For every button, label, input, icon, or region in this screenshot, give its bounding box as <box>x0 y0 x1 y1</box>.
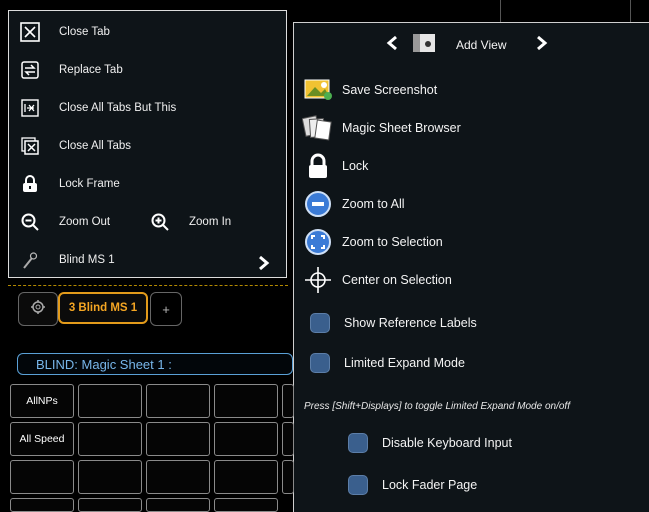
magic-sheet-browser-label: Magic Sheet Browser <box>342 121 461 135</box>
show-reference-labels-item[interactable]: Show Reference Labels <box>310 313 477 333</box>
close-all-tabs-icon <box>19 135 41 157</box>
divider-line <box>630 0 631 22</box>
show-reference-labels-toggle[interactable] <box>310 313 330 333</box>
grid-cell[interactable]: All Speed <box>10 422 74 456</box>
lock-fader-page-toggle[interactable] <box>348 475 368 495</box>
tab-context-menu: Close Tab Replace Tab Close All Tabs But… <box>8 10 287 278</box>
grid-cell[interactable] <box>78 460 142 494</box>
limited-expand-mode-item[interactable]: Limited Expand Mode <box>310 353 465 373</box>
view-thumbnail-icon <box>412 33 436 56</box>
zoom-in-item[interactable]: Zoom In <box>149 209 231 235</box>
grid-cell[interactable] <box>146 498 210 512</box>
disable-keyboard-input-toggle[interactable] <box>348 433 368 453</box>
grid-cell[interactable] <box>214 422 278 456</box>
divider-line <box>500 0 501 22</box>
lock-frame-item[interactable]: Lock Frame <box>19 171 120 197</box>
center-on-selection-label: Center on Selection <box>342 273 452 287</box>
center-on-selection-item[interactable]: Center on Selection <box>302 265 452 295</box>
grid-cell[interactable] <box>214 384 278 418</box>
lock-item[interactable]: Lock <box>302 151 368 181</box>
grid-cell[interactable] <box>146 422 210 456</box>
close-all-but-this-item[interactable]: Close All Tabs But This <box>19 95 176 121</box>
magic-sheet-icon <box>302 113 334 143</box>
view-menu: Add View Save Screenshot Magic Sheet Bro… <box>293 22 649 512</box>
grid-cell[interactable] <box>282 460 294 494</box>
lock-icon <box>19 173 41 195</box>
grid-cell[interactable] <box>146 460 210 494</box>
grid-cell[interactable] <box>282 384 294 418</box>
show-reference-labels-label: Show Reference Labels <box>344 316 477 330</box>
grid-cell[interactable] <box>78 422 142 456</box>
close-tab-item[interactable]: Close Tab <box>19 19 110 45</box>
tab-bar: 3 Blind MS 1 + <box>8 285 288 326</box>
add-tab-button[interactable]: + <box>150 292 182 326</box>
blind-ms-item[interactable]: Blind MS 1 <box>19 247 115 273</box>
chevron-left-icon[interactable] <box>386 35 398 54</box>
lock-icon <box>302 151 334 181</box>
zoom-to-selection-icon <box>302 227 334 257</box>
limited-expand-hint: Press [Shift+Displays] to toggle Limited… <box>304 401 570 412</box>
save-screenshot-item[interactable]: Save Screenshot <box>302 75 437 105</box>
chevron-right-icon[interactable] <box>258 255 270 276</box>
close-tab-icon <box>19 21 41 43</box>
magic-sheet-browser-item[interactable]: Magic Sheet Browser <box>302 113 461 143</box>
add-view-row: Add View <box>386 33 548 56</box>
zoom-out-label: Zoom Out <box>59 216 111 228</box>
grid-cell[interactable]: AllNPs <box>10 384 74 418</box>
chevron-right-icon[interactable] <box>536 35 548 54</box>
grid-cell[interactable] <box>78 384 142 418</box>
lock-fader-page-item[interactable]: Lock Fader Page <box>348 475 477 495</box>
crosshair-icon <box>302 265 334 295</box>
grid-cell[interactable] <box>78 498 142 512</box>
zoom-to-all-item[interactable]: Zoom to All <box>302 189 405 219</box>
zoom-to-selection-label: Zoom to Selection <box>342 235 443 249</box>
close-all-but-this-label: Close All Tabs But This <box>59 102 177 114</box>
close-others-icon <box>19 97 41 119</box>
tab-blind-ms[interactable]: 3 Blind MS 1 <box>58 292 148 324</box>
grid-cell[interactable] <box>10 460 74 494</box>
grid-cell[interactable] <box>214 498 278 512</box>
limited-expand-mode-label: Limited Expand Mode <box>344 356 465 370</box>
blind-ms-label: Blind MS 1 <box>59 254 115 266</box>
zoom-out-item[interactable]: Zoom Out <box>19 209 110 235</box>
lock-label: Lock <box>342 159 369 173</box>
button-grid: AllNPs All Speed <box>8 384 294 512</box>
lock-frame-label: Lock Frame <box>59 178 120 190</box>
settings-tab[interactable] <box>18 292 58 326</box>
add-view-label[interactable]: Add View <box>456 38 506 52</box>
grid-cell[interactable] <box>282 422 294 456</box>
gear-icon <box>30 299 46 320</box>
zoom-in-icon <box>149 211 171 233</box>
timeline-dots <box>288 10 649 12</box>
close-all-tabs-label: Close All Tabs <box>59 140 132 152</box>
screenshot-icon <box>302 75 334 105</box>
disable-keyboard-input-item[interactable]: Disable Keyboard Input <box>348 433 512 453</box>
grid-cell[interactable] <box>214 460 278 494</box>
close-tab-label: Close Tab <box>59 26 110 38</box>
close-all-tabs-item[interactable]: Close All Tabs <box>19 133 131 159</box>
zoom-to-all-icon <box>302 189 334 219</box>
disable-keyboard-input-label: Disable Keyboard Input <box>382 436 512 450</box>
blind-status-bar: BLIND: Magic Sheet 1 : <box>17 353 293 375</box>
replace-tab-label: Replace Tab <box>59 64 123 76</box>
replace-tab-icon <box>19 59 41 81</box>
zoom-in-label: Zoom In <box>189 216 232 228</box>
zoom-to-all-label: Zoom to All <box>342 197 405 211</box>
grid-cell[interactable] <box>146 384 210 418</box>
magic-wand-icon <box>19 249 41 271</box>
replace-tab-item[interactable]: Replace Tab <box>19 57 123 83</box>
lock-fader-page-label: Lock Fader Page <box>382 478 478 492</box>
limited-expand-mode-toggle[interactable] <box>310 353 330 373</box>
grid-cell[interactable] <box>10 498 74 512</box>
zoom-to-selection-item[interactable]: Zoom to Selection <box>302 227 443 257</box>
zoom-out-icon <box>19 211 41 233</box>
save-screenshot-label: Save Screenshot <box>342 83 438 97</box>
